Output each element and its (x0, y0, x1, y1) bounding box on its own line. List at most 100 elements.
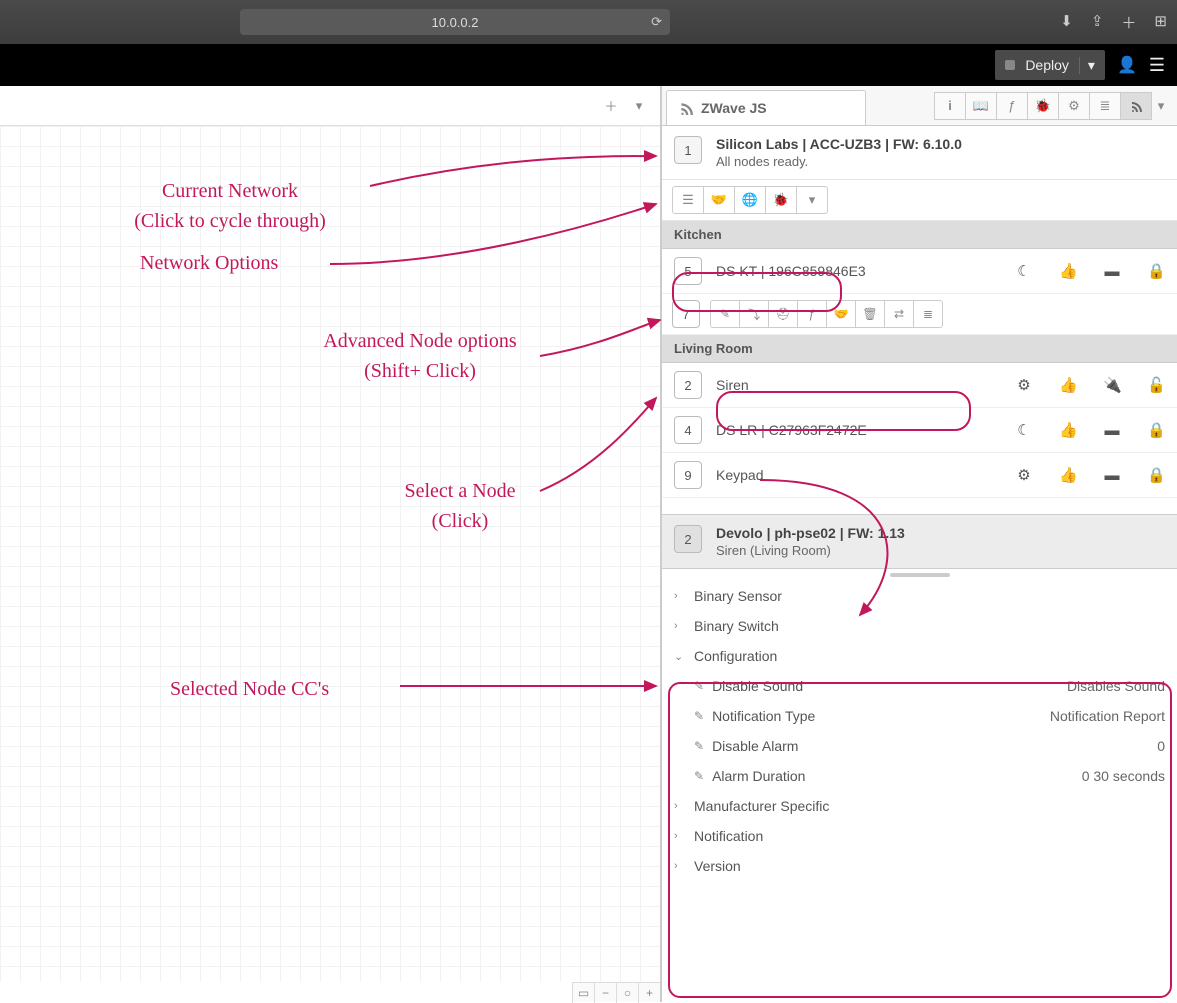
tabs-icon[interactable]: ⊞ (1154, 12, 1167, 33)
tab-debug-icon[interactable]: 🐞 (1027, 92, 1059, 120)
user-icon[interactable]: 👤 (1117, 55, 1137, 75)
chevron-right-icon: › (674, 800, 686, 812)
node-row[interactable]: 4 DS LR | C27963F2472E ☾ 👍 ▬ 🔒 (662, 408, 1177, 453)
network-list-icon[interactable]: ☰ (672, 186, 704, 214)
health-icon: 👍 (1059, 466, 1077, 484)
battery-icon: ▬ (1103, 422, 1121, 439)
node-id-badge: 2 (674, 371, 702, 399)
tab-menu-icon[interactable]: ▾ (628, 95, 650, 117)
pencil-icon: ✎ (694, 709, 704, 723)
network-include-icon[interactable]: 🤝 (703, 186, 735, 214)
chevron-right-icon: › (674, 590, 686, 602)
new-tab-icon[interactable]: ＋ (1121, 12, 1136, 33)
node-id-badge: 5 (674, 257, 702, 285)
url-bar[interactable]: 10.0.0.2 ⟳ (240, 9, 670, 35)
tab-history-icon[interactable]: ƒ (996, 92, 1028, 120)
download-icon[interactable]: ⬇ (1060, 12, 1073, 33)
chevron-right-icon: › (674, 620, 686, 632)
cc-param-row[interactable]: ✎Disable SoundDisables Sound (662, 671, 1177, 701)
node-replace-icon[interactable]: ⇄ (884, 300, 914, 328)
node-remove-icon[interactable]: 🗑 (855, 300, 885, 328)
health-icon: 👍 (1059, 421, 1077, 439)
chevron-down-icon: ⌄ (674, 650, 686, 663)
zoom-reset-icon[interactable]: ○ (616, 983, 638, 1003)
node-row[interactable]: 9 Keypad ⚙ 👍 ▬ 🔒 (662, 453, 1177, 498)
health-icon: 👍 (1059, 262, 1077, 280)
node-id-badge: 9 (674, 461, 702, 489)
tab-title: ZWave JS (701, 100, 767, 116)
lock-s2-icon: 🔒 (1147, 262, 1165, 280)
cc-item-binary-sensor[interactable]: ›Binary Sensor (662, 581, 1177, 611)
network-heal-icon[interactable]: 🌐 (734, 186, 766, 214)
pencil-icon: ✎ (694, 739, 704, 753)
tab-context-icon[interactable]: ≣ (1089, 92, 1121, 120)
browser-toolbar: ⬇ ⇪ ＋ ⊞ (1060, 12, 1167, 33)
network-debug-icon[interactable]: 🐞 (765, 186, 797, 214)
node-row[interactable]: 2 Siren ⚙ 👍 🔌 🔓 (662, 363, 1177, 408)
menu-icon[interactable]: ☰ (1149, 55, 1165, 76)
node-label: Siren (716, 377, 1001, 393)
controller-id-badge: 1 (674, 136, 702, 164)
cc-param-row[interactable]: ✎Notification TypeNotification Report (662, 701, 1177, 731)
node-firmware-icon[interactable]: ≣ (913, 300, 943, 328)
pencil-icon: ✎ (694, 769, 704, 783)
cc-param-row[interactable]: ✎Alarm Duration0 30 seconds (662, 761, 1177, 791)
node-edit-icon[interactable]: ✎ (710, 300, 740, 328)
deploy-button[interactable]: Deploy ▾ (995, 50, 1105, 80)
lock-s2-icon: 🔒 (1147, 421, 1165, 439)
deploy-label: Deploy (1025, 57, 1069, 73)
node-handshake-icon[interactable]: 🤝 (826, 300, 856, 328)
network-toolbar: ☰ 🤝 🌐 🐞 ▾ (662, 180, 1177, 221)
controller-row[interactable]: 1 Silicon Labs | ACC-UZB3 | FW: 6.10.0 A… (662, 126, 1177, 180)
sleep-icon: ☾ (1015, 421, 1033, 439)
canvas-footer: ▭ − ○ + (572, 982, 660, 1002)
battery-icon: ▬ (1103, 467, 1121, 484)
navigator-icon[interactable]: ▭ (572, 983, 594, 1003)
battery-icon: ▬ (1103, 263, 1121, 280)
selected-node-title: Devolo | ph-pse02 | FW: 1.13 (716, 525, 905, 541)
controller-title: Silicon Labs | ACC-UZB3 | FW: 6.10.0 (716, 136, 962, 152)
cc-item-version[interactable]: ›Version (662, 851, 1177, 881)
cc-item-manufacturer[interactable]: ›Manufacturer Specific (662, 791, 1177, 821)
network-more-icon[interactable]: ▾ (796, 186, 828, 214)
canvas-tab-bar: ＋ ▾ (0, 86, 660, 126)
node-row[interactable]: 5 DS KT | 196C859846E3 ☾ 👍 ▬ 🔒 (662, 249, 1177, 294)
zoom-out-icon[interactable]: − (594, 983, 616, 1003)
flow-canvas[interactable]: ＋ ▾ ▭ − ○ + Current Network (Click to cy… (0, 86, 661, 1002)
selected-node-sub: Siren (Living Room) (716, 543, 905, 558)
cc-item-binary-switch[interactable]: ›Binary Switch (662, 611, 1177, 641)
chevron-right-icon: › (674, 860, 686, 872)
cc-item-configuration[interactable]: ⌄Configuration (662, 641, 1177, 671)
node-associations-icon[interactable]: ƒ (797, 300, 827, 328)
cc-list: ›Binary Sensor ›Binary Switch ⌄Configura… (662, 577, 1177, 885)
add-tab-icon[interactable]: ＋ (600, 95, 622, 117)
zoom-in-icon[interactable]: + (638, 983, 660, 1003)
canvas-grid[interactable] (0, 126, 660, 982)
deploy-caret-icon[interactable]: ▾ (1079, 57, 1095, 74)
plug-icon: 🔌 (1103, 376, 1121, 394)
tab-help-icon[interactable]: 📖 (965, 92, 997, 120)
unlock-icon: 🔓 (1147, 376, 1165, 394)
gear-icon: ⚙ (1015, 376, 1033, 394)
selected-node-header: 2 Devolo | ph-pse02 | FW: 1.13 Siren (Li… (662, 514, 1177, 569)
chevron-right-icon: › (674, 830, 686, 842)
cc-item-notification[interactable]: ›Notification (662, 821, 1177, 851)
node-interview-icon[interactable]: ⤵ (739, 300, 769, 328)
refresh-icon[interactable]: ⟳ (651, 14, 662, 30)
node-health-icon[interactable]: ⛑ (768, 300, 798, 328)
tab-config-icon[interactable]: ⚙ (1058, 92, 1090, 120)
node-id-badge: 4 (674, 416, 702, 444)
tab-info-icon[interactable]: i (934, 92, 966, 120)
share-icon[interactable]: ⇪ (1091, 12, 1104, 33)
node-label: DS LR | C27963F2472E (716, 422, 1001, 438)
node-id-badge[interactable]: 7 (672, 300, 700, 328)
tab-zwave-js[interactable]: ZWave JS (666, 90, 866, 125)
url-text: 10.0.0.2 (432, 15, 479, 30)
sleep-icon: ☾ (1015, 262, 1033, 280)
tab-zwave-icon[interactable] (1120, 92, 1152, 120)
rss-icon (679, 101, 693, 115)
cc-param-row[interactable]: ✎Disable Alarm0 (662, 731, 1177, 761)
sidebar-tab-bar: ZWave JS i 📖 ƒ 🐞 ⚙ ≣ ▾ (662, 86, 1177, 126)
room-header-kitchen: Kitchen (662, 221, 1177, 249)
tab-more-icon[interactable]: ▾ (1151, 92, 1171, 120)
